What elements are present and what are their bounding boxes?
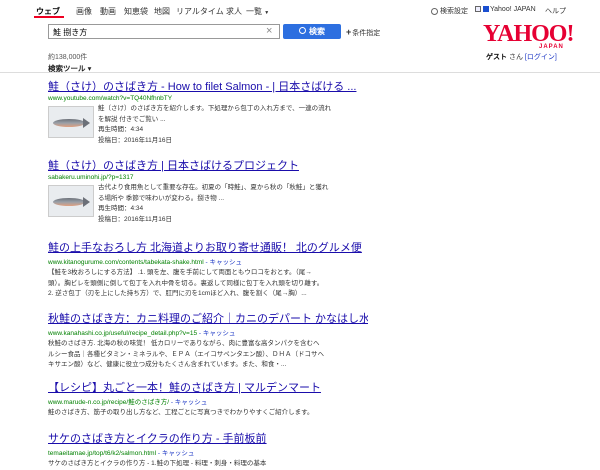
result-title[interactable]: 【レシピ】丸ごと一本！鮭のさばき方 | マルデンマート (48, 381, 408, 395)
cache-link[interactable]: - キャッシュ (171, 399, 207, 406)
result-title[interactable]: 鮭の上手なおろし方 北海道よりお取り寄せ通販！ 北のグルメ便 (48, 241, 368, 255)
tab-jobs[interactable]: 求人 (226, 6, 242, 17)
result-title[interactable]: 鮭（さけ）のさばき方 | 日本さばけるプロジェクト (48, 159, 408, 173)
tab-video[interactable]: 動画 (100, 6, 116, 17)
tab-realtime[interactable]: リアルタイム (176, 6, 224, 17)
result-meta: 古代より食用魚として重要な存在。初夏の「時鮭」、夏から秋の「秋鮭」と獲れ る場所… (98, 183, 398, 225)
desc-line: 2. 逆さ包丁（刃を上にした持ち方）で、肛門に刃を1cmほど入れ、腹を割く（尾→… (48, 290, 307, 297)
condition-link[interactable]: +条件指定 (346, 27, 380, 38)
cache-link[interactable]: - キャッシュ (206, 259, 242, 266)
result-desc: 鮭のさばき方、筋子の取り出し方など、工程ごとに写真つきでわかりやすくご紹介します… (48, 409, 314, 416)
cache-link[interactable]: - キャッシュ (158, 450, 194, 457)
gear-icon (431, 7, 438, 15)
result-desc: サケのさばき方とイクラの作り方 - 1.鮭の下処理 - 料理・刺身・料理の基本 (48, 460, 267, 467)
view-icon (483, 6, 489, 13)
video-posted: 投稿日：2016年11月16日 (98, 215, 172, 223)
search-button[interactable]: 検索 (283, 24, 341, 39)
fish-tail (83, 118, 90, 128)
result-title[interactable]: サケのさばき方とイクラの作り方 - 手前板前 (48, 432, 408, 446)
result-url: www.kanahashi.co.jp/useful/recipe_detail… (48, 327, 368, 337)
url-text: www.marude-n.co.jp/recipe/鮭のさばき方/ (48, 399, 170, 406)
result-desc: 古代より食用魚として重要な存在。初夏の「時鮭」、夏から秋の「秋鮭」と獲れ (98, 184, 329, 191)
search-button-label: 検索 (309, 27, 325, 36)
active-tab-indicator (34, 16, 64, 18)
result-desc: る場所や 季節で味わいが変わる。捌き物 ... (98, 194, 225, 202)
url-text: temaeitamae.jp/top/t6/k2/salmon.html (48, 450, 157, 457)
result-item: 鮭の上手なおろし方 北海道よりお取り寄せ通販！ 北のグルメ便 www.kitan… (48, 241, 368, 300)
tab-images[interactable]: 画像 (76, 6, 92, 17)
salmon-image (53, 198, 85, 206)
checkbox-icon (475, 6, 481, 13)
result-desc: 鮭（さけ）のさばき方を紹介します。下処理から包丁の入れ方まで、一連の流れ (98, 105, 332, 112)
video-thumbnail[interactable] (48, 185, 94, 217)
yahoo-logo[interactable]: YAHOO! JAPAN (483, 21, 583, 50)
guest-suffix: さん (508, 54, 523, 61)
desc-line: 秋鮭のさばき方. 北海の秋の味覚！ 低カロリーでありながら、肉に豊富な高タンパク… (48, 340, 320, 347)
desc-line: ルシー食品｜各種ビタミン・ミネラルや、ＥＰＡ（エイコサペンタエン酸）、ＤＨＡ（ド… (48, 350, 325, 358)
condition-label: 条件指定 (352, 30, 381, 37)
video-thumbnail[interactable] (48, 106, 94, 138)
result-desc: を解説 付きでご覧い ... (98, 115, 166, 123)
search-settings-link[interactable]: 検索設定 (431, 6, 468, 16)
result-item: サケのさばき方とイクラの作り方 - 手前板前 temaeitamae.jp/to… (48, 432, 408, 470)
tab-list-label: 一覧 (246, 7, 262, 16)
logo-text: YAHOO! (483, 21, 574, 47)
result-url: www.youtube.com/watch?v=TQ40NfhnbTY (48, 95, 173, 102)
guest-info: ゲスト さん [ログイン] (486, 52, 557, 62)
tab-map[interactable]: 地図 (154, 6, 170, 17)
clear-icon[interactable]: × (266, 25, 272, 38)
url-text: www.kitanogurume.com/contents/tabekata-s… (48, 259, 204, 266)
search-input[interactable] (48, 24, 280, 39)
result-url: sabakeru.uminohi.jp/?p=1317 (48, 174, 134, 181)
video-duration: 再生時間：4:34 (98, 126, 144, 133)
result-item: 鮭（さけ）のさばき方 | 日本さばけるプロジェクト sabakeru.umino… (48, 159, 408, 223)
search-icon (299, 27, 306, 35)
login-link[interactable]: [ログイン] (525, 54, 557, 61)
result-desc: 秋鮭のさばき方. 北海の秋の味覚！ 低カロリーでありながら、肉に豊富な高タンパク… (48, 339, 368, 371)
top-nav: ウェブ 画像 動画 知恵袋 地図 リアルタイム 求人 一覧 ▼ 検索設定 Yah… (0, 0, 600, 18)
result-title[interactable]: 秋鮭のさばき方：カニ料理のご紹介｜カニのデパート かなはし水産 (48, 312, 368, 326)
result-url: www.kitanogurume.com/contents/tabekata-s… (48, 256, 368, 266)
salmon-image (53, 119, 85, 127)
result-item: 【レシピ】丸ごと一本！鮭のさばき方 | マルデンマート www.marude-n… (48, 381, 408, 419)
url-text: www.kanahashi.co.jp/useful/recipe_detail… (48, 330, 198, 337)
fish-tail (83, 197, 90, 207)
result-url: www.marude-n.co.jp/recipe/鮭のさばき方/ - キャッシ… (48, 396, 408, 406)
plus-icon: + (346, 27, 352, 37)
desc-line: 頭）。胸ビレを頭側に倒して包丁を入れ中骨を切る。裏返して同様に包丁を入れ頭を切り… (48, 279, 324, 287)
yahoo-japan-link[interactable]: Yahoo! JAPAN (490, 6, 536, 13)
result-item: 鮭（さけ）のさばき方 - How to filet Salmon - | 日本さ… (48, 80, 408, 144)
video-posted: 投稿日：2016年11月16日 (98, 136, 172, 144)
search-settings-label: 検索設定 (440, 8, 468, 15)
result-count: 約138,000件 (48, 54, 88, 61)
tab-chiebukuro[interactable]: 知恵袋 (124, 6, 148, 17)
result-item: 秋鮭のさばき方：カニ料理のご紹介｜カニのデパート かなはし水産 www.kana… (48, 312, 368, 371)
desc-line: キサエン酸）など、健康に役立つ成分もたくさん含まれています。また、和食・... (48, 361, 287, 368)
tab-list[interactable]: 一覧 ▼ (246, 6, 269, 17)
view-toggle[interactable] (475, 6, 491, 13)
result-meta: 鮭（さけ）のさばき方を紹介します。下処理から包丁の入れ方まで、一連の流れ を解説… (98, 104, 398, 146)
logo-sub: JAPAN (539, 44, 564, 50)
help-link[interactable]: ヘルプ (545, 6, 566, 16)
chevron-down-icon: ▼ (264, 10, 270, 16)
divider (0, 72, 600, 73)
result-desc: 【鮭を3枚おろしにする方法】 .1. 頭を左、腹を手前にして両面ともウロコをおと… (48, 268, 368, 300)
cache-link[interactable]: - キャッシュ (199, 330, 235, 337)
video-duration: 再生時間：4:34 (98, 205, 144, 212)
result-title[interactable]: 鮭（さけ）のさばき方 - How to filet Salmon - | 日本さ… (48, 80, 408, 94)
desc-line: 【鮭を3枚おろしにする方法】 .1. 頭を左、腹を手前にして両面ともウロコをおと… (48, 269, 312, 276)
result-url: temaeitamae.jp/top/t6/k2/salmon.html - キ… (48, 447, 408, 457)
guest-name: ゲスト (486, 54, 507, 61)
